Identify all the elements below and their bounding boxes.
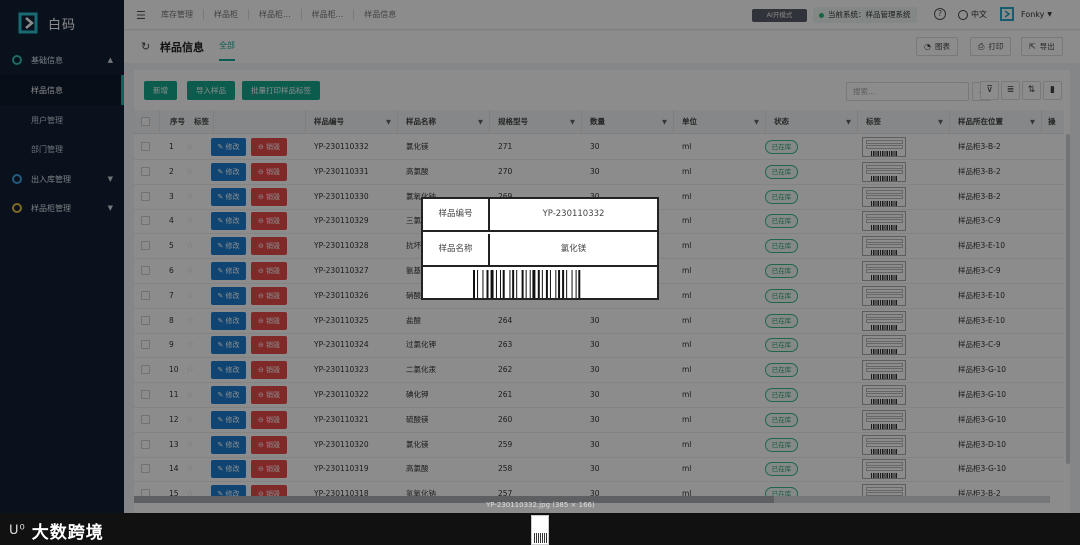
barcode-bar xyxy=(495,270,497,298)
barcode-bar xyxy=(532,270,536,298)
barcode-bar xyxy=(549,270,551,298)
barcode-bar xyxy=(529,270,531,298)
watermark-logo-icon: ᑌ⁰ xyxy=(9,523,26,538)
label-name-value: 氯化镁 xyxy=(560,244,587,254)
label-name-key: 样品名称 xyxy=(423,234,490,265)
barcode-bar xyxy=(575,270,577,298)
watermark: ᑌ⁰ 大数跨境 xyxy=(9,523,104,543)
barcode-bar xyxy=(521,270,524,298)
barcode-bar xyxy=(482,270,484,298)
label-code-value: YP-230110332 xyxy=(542,209,605,219)
barcode-bar xyxy=(555,270,557,298)
barcode-bar xyxy=(545,270,548,298)
barcode-bar xyxy=(477,270,479,298)
barcode-bar xyxy=(566,270,568,298)
barcode-image xyxy=(473,270,581,298)
barcode-bar xyxy=(502,270,505,298)
barcode-bar xyxy=(558,270,561,298)
barcode-bar xyxy=(509,270,511,298)
label-code-key: 样品编号 xyxy=(423,199,490,230)
barcode-bar xyxy=(473,270,475,298)
barcode-bar xyxy=(512,270,515,298)
barcode-bar xyxy=(578,270,581,298)
barcode-thumb-icon xyxy=(534,533,547,543)
label-code-row: 样品编号 YP-230110332 xyxy=(423,199,657,232)
image-filename: YP-230110332.jpg (385 × 166) xyxy=(486,501,595,509)
barcode-bar xyxy=(500,270,501,298)
label-preview: 样品编号 YP-230110332 样品名称 氯化镁 xyxy=(421,197,659,300)
barcode-bar xyxy=(562,270,565,298)
barcode-bar xyxy=(516,270,518,298)
barcode-bar xyxy=(537,270,540,298)
barcode-bar xyxy=(525,270,527,298)
label-name-row: 样品名称 氯化镁 xyxy=(423,234,657,267)
image-thumbnail[interactable] xyxy=(531,515,549,545)
barcode-bar xyxy=(486,270,489,298)
barcode-bar xyxy=(541,270,543,298)
barcode-bar xyxy=(490,270,494,298)
barcode-bar xyxy=(571,270,573,298)
